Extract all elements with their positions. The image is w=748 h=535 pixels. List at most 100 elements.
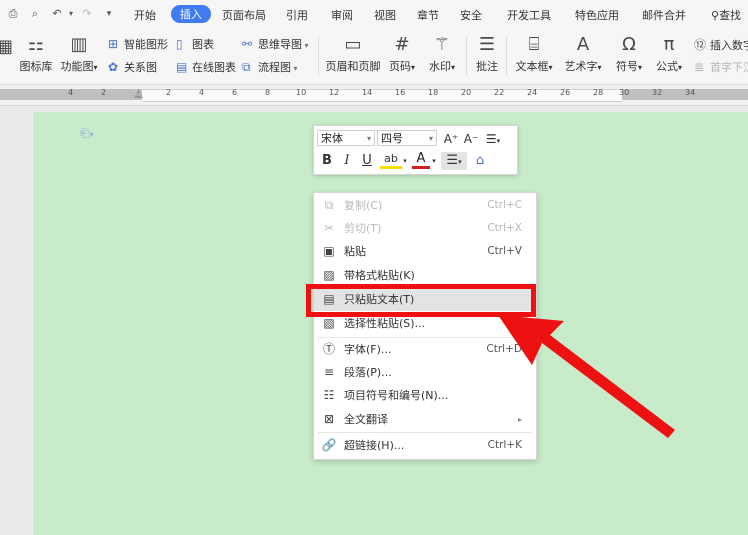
page-number-label: 页码 xyxy=(388,60,411,73)
ruler-tick: 8 xyxy=(265,88,271,97)
insert-number-label: 插入数字 xyxy=(710,39,748,52)
print-icon[interactable]: ⎙ xyxy=(6,7,20,21)
translate-icon: ⊠ xyxy=(323,412,335,426)
function-chart-button[interactable]: ▥ 功能图▾ xyxy=(58,34,100,74)
menu-item-paste[interactable]: ▣ 粘贴 Ctrl+V xyxy=(314,240,536,263)
mind-map-label: 思维导图 xyxy=(258,38,302,51)
menu-item-copy[interactable]: ⧉ 复制(C) Ctrl+C xyxy=(314,194,536,217)
comment-button[interactable]: ☰ 批注 xyxy=(472,34,502,74)
comment-label: 批注 xyxy=(476,60,498,73)
bold-button[interactable]: B xyxy=(318,152,336,170)
table-button-partial[interactable]: ▦ xyxy=(0,36,13,60)
online-chart-icon: ▤ xyxy=(176,60,188,74)
highlight-dropdown-icon[interactable]: ▾ xyxy=(401,152,409,170)
insert-number-button[interactable]: ⑫插入数字 xyxy=(694,36,748,53)
formula-button[interactable]: π 公式▾ xyxy=(652,34,686,74)
smart-shape-label: 智能图形 xyxy=(124,38,168,51)
relation-chart-button[interactable]: ✿ 关系图 xyxy=(108,59,157,75)
shrink-font-button[interactable]: A⁻ xyxy=(462,130,480,148)
tab-special-apps[interactable]: 特色应用 xyxy=(575,7,619,23)
watermark-icon: ⚚ xyxy=(433,34,451,55)
menu-item-label: 粘贴 xyxy=(344,245,366,258)
tab-mail-merge[interactable]: 邮件合并 xyxy=(642,7,686,23)
textbox-button[interactable]: ⌸ 文本框▾ xyxy=(512,34,556,74)
ribbon-divider xyxy=(318,36,319,76)
menu-item-cut[interactable]: ✂ 剪切(T) Ctrl+X xyxy=(314,217,536,240)
header-footer-button[interactable]: ▭ 页眉和页脚 xyxy=(325,34,381,74)
menu-item-label: 字体(F)... xyxy=(344,343,392,356)
symbol-label: 符号 xyxy=(615,60,638,73)
online-chart-button[interactable]: ▤ 在线图表 xyxy=(176,59,236,75)
ruler-tick: 2 xyxy=(101,88,107,97)
ruler-tick: 2 xyxy=(166,88,172,97)
menu-tab-bar: ⎙ ⌕ ↶ ▾ ↷ ▾ 开始 插入 页面布局 引用 审阅 视图 章节 安全 开发… xyxy=(0,0,748,28)
drop-cap-icon: ≣ xyxy=(694,60,705,74)
chart-label: 图表 xyxy=(192,38,214,51)
font-color-dropdown-icon[interactable]: ▾ xyxy=(430,152,438,170)
tab-page-layout[interactable]: 页面布局 xyxy=(222,7,266,23)
tab-insert[interactable]: 插入 xyxy=(171,5,211,23)
ruler-tick: 20 xyxy=(461,88,472,97)
chart-button[interactable]: ▯ 图表 xyxy=(176,36,214,52)
ruler-tick: 6 xyxy=(232,88,238,97)
wordart-button[interactable]: A 艺术字▾ xyxy=(561,34,605,74)
formula-icon: π xyxy=(663,34,675,55)
search-icon: ⚲ xyxy=(711,9,720,22)
format-painter-icon[interactable]: ⌂ xyxy=(471,152,489,170)
preview-icon[interactable]: ⌕ xyxy=(28,7,42,21)
menu-item-shortcut: Ctrl+V xyxy=(487,245,522,257)
tab-chapter[interactable]: 章节 xyxy=(417,7,439,23)
comment-icon: ☰ xyxy=(478,34,496,55)
formula-label: 公式 xyxy=(655,60,678,73)
ribbon-divider xyxy=(506,36,507,76)
menu-item-label: 段落(P)... xyxy=(344,366,392,379)
cut-icon: ✂ xyxy=(323,221,335,235)
smart-shape-button[interactable]: ⊞ 智能图形 xyxy=(108,36,168,52)
menu-item-label: 剪切(T) xyxy=(344,222,382,235)
icon-library-button[interactable]: ⚏ 图标库 xyxy=(16,34,56,74)
grow-font-button[interactable]: A⁺ xyxy=(442,130,460,148)
arrow-shape xyxy=(498,315,675,438)
drop-cap-button[interactable]: ≣ 首字下沉 xyxy=(694,59,748,75)
tab-references[interactable]: 引用 xyxy=(286,7,308,23)
line-spacing-icon[interactable]: ☰▾ xyxy=(484,130,502,148)
underline-button[interactable]: U xyxy=(358,152,376,170)
tab-home[interactable]: 开始 xyxy=(134,7,156,23)
ruler-tick: 34 xyxy=(685,88,696,97)
undo-dropdown-icon[interactable]: ▾ xyxy=(64,7,78,21)
ruler-tick: 10 xyxy=(296,88,307,97)
mind-map-button[interactable]: ⚯ 思维导图 ▾ xyxy=(242,36,309,52)
icon-library-icon: ⚏ xyxy=(27,34,45,55)
search-label: 查找 xyxy=(719,9,742,22)
page-number-button[interactable]: # 页码▾ xyxy=(385,34,419,74)
watermark-button[interactable]: ⚚ 水印▾ xyxy=(424,34,460,74)
customize-icon[interactable]: ▾ xyxy=(102,7,116,21)
undo-icon[interactable]: ↶ xyxy=(50,7,64,21)
tab-view[interactable]: 视图 xyxy=(374,7,396,23)
highlight-color-icon[interactable]: ab xyxy=(380,152,402,169)
align-button[interactable]: ☰▾ xyxy=(441,152,467,170)
wordart-icon: A xyxy=(576,34,590,55)
menu-item-label: 超链接(H)... xyxy=(344,439,405,452)
ruler-indent-marker[interactable]: ⏅ xyxy=(134,87,143,100)
ruler-tick: 4 xyxy=(199,88,205,97)
symbol-button[interactable]: Ω 符号▾ xyxy=(612,34,646,74)
tab-review[interactable]: 审阅 xyxy=(331,7,353,23)
search-button[interactable]: ⚲查找 xyxy=(711,7,741,23)
menu-item-label: 项目符号和编号(N)... xyxy=(344,389,449,402)
relation-chart-icon: ✿ xyxy=(108,60,119,74)
flowchart-label: 流程图 xyxy=(258,61,291,74)
font-color-icon[interactable]: A xyxy=(412,152,430,169)
tab-developer[interactable]: 开发工具 xyxy=(507,7,551,23)
horizontal-ruler: 4 2 2 4 6 8 10 12 14 16 18 20 22 24 26 2… xyxy=(0,85,748,106)
tab-security[interactable]: 安全 xyxy=(460,7,482,23)
paste-options-icon[interactable]: ⎗▾ xyxy=(80,126,94,141)
italic-button[interactable]: I xyxy=(338,152,356,170)
font-size-select[interactable]: 四号 ▾ xyxy=(377,130,437,146)
flowchart-button[interactable]: ⧉ 流程图 ▾ xyxy=(242,59,298,75)
ruler-tick: 24 xyxy=(527,88,538,97)
ruler-tick: 12 xyxy=(329,88,340,97)
page-number-icon: # xyxy=(394,34,410,55)
font-name-select[interactable]: 宋体 ▾ xyxy=(317,130,375,146)
redo-icon[interactable]: ↷ xyxy=(80,7,94,21)
